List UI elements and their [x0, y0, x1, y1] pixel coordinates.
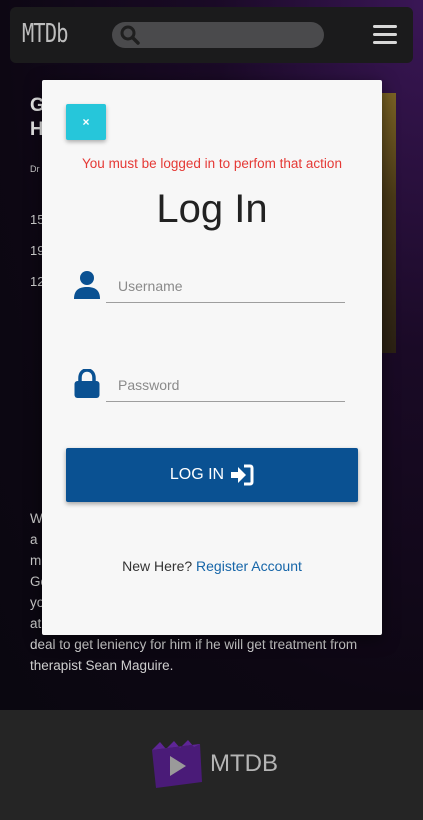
- search-icon: [120, 25, 140, 45]
- footer: MTDB: [0, 710, 423, 820]
- close-button[interactable]: ×: [66, 104, 106, 140]
- login-button[interactable]: LOG IN: [66, 448, 358, 502]
- new-here-text: New Here?: [122, 558, 193, 574]
- background-genre: Dr: [30, 164, 40, 174]
- site-logo[interactable]: MTDb: [22, 19, 69, 49]
- username-field[interactable]: [106, 269, 345, 303]
- error-message: You must be logged in to perfom that act…: [82, 156, 342, 171]
- footer-brand: MTDB: [210, 750, 278, 777]
- user-icon: [74, 271, 100, 299]
- modal-title: Log In: [156, 187, 268, 231]
- search-bar[interactable]: [112, 22, 324, 48]
- navbar: MTDb: [10, 7, 413, 63]
- register-account-link[interactable]: Register Account: [196, 558, 302, 574]
- hamburger-menu-icon[interactable]: [373, 25, 397, 45]
- password-field[interactable]: [106, 368, 345, 402]
- lock-icon: [74, 369, 100, 398]
- mtdb-logo-icon[interactable]: [150, 740, 206, 790]
- login-button-label: LOG IN: [169, 466, 225, 483]
- register-prompt: New Here? Register Account: [42, 558, 382, 574]
- login-modal: × You must be logged in to perfom that a…: [42, 80, 382, 635]
- sign-in-icon: [231, 464, 254, 486]
